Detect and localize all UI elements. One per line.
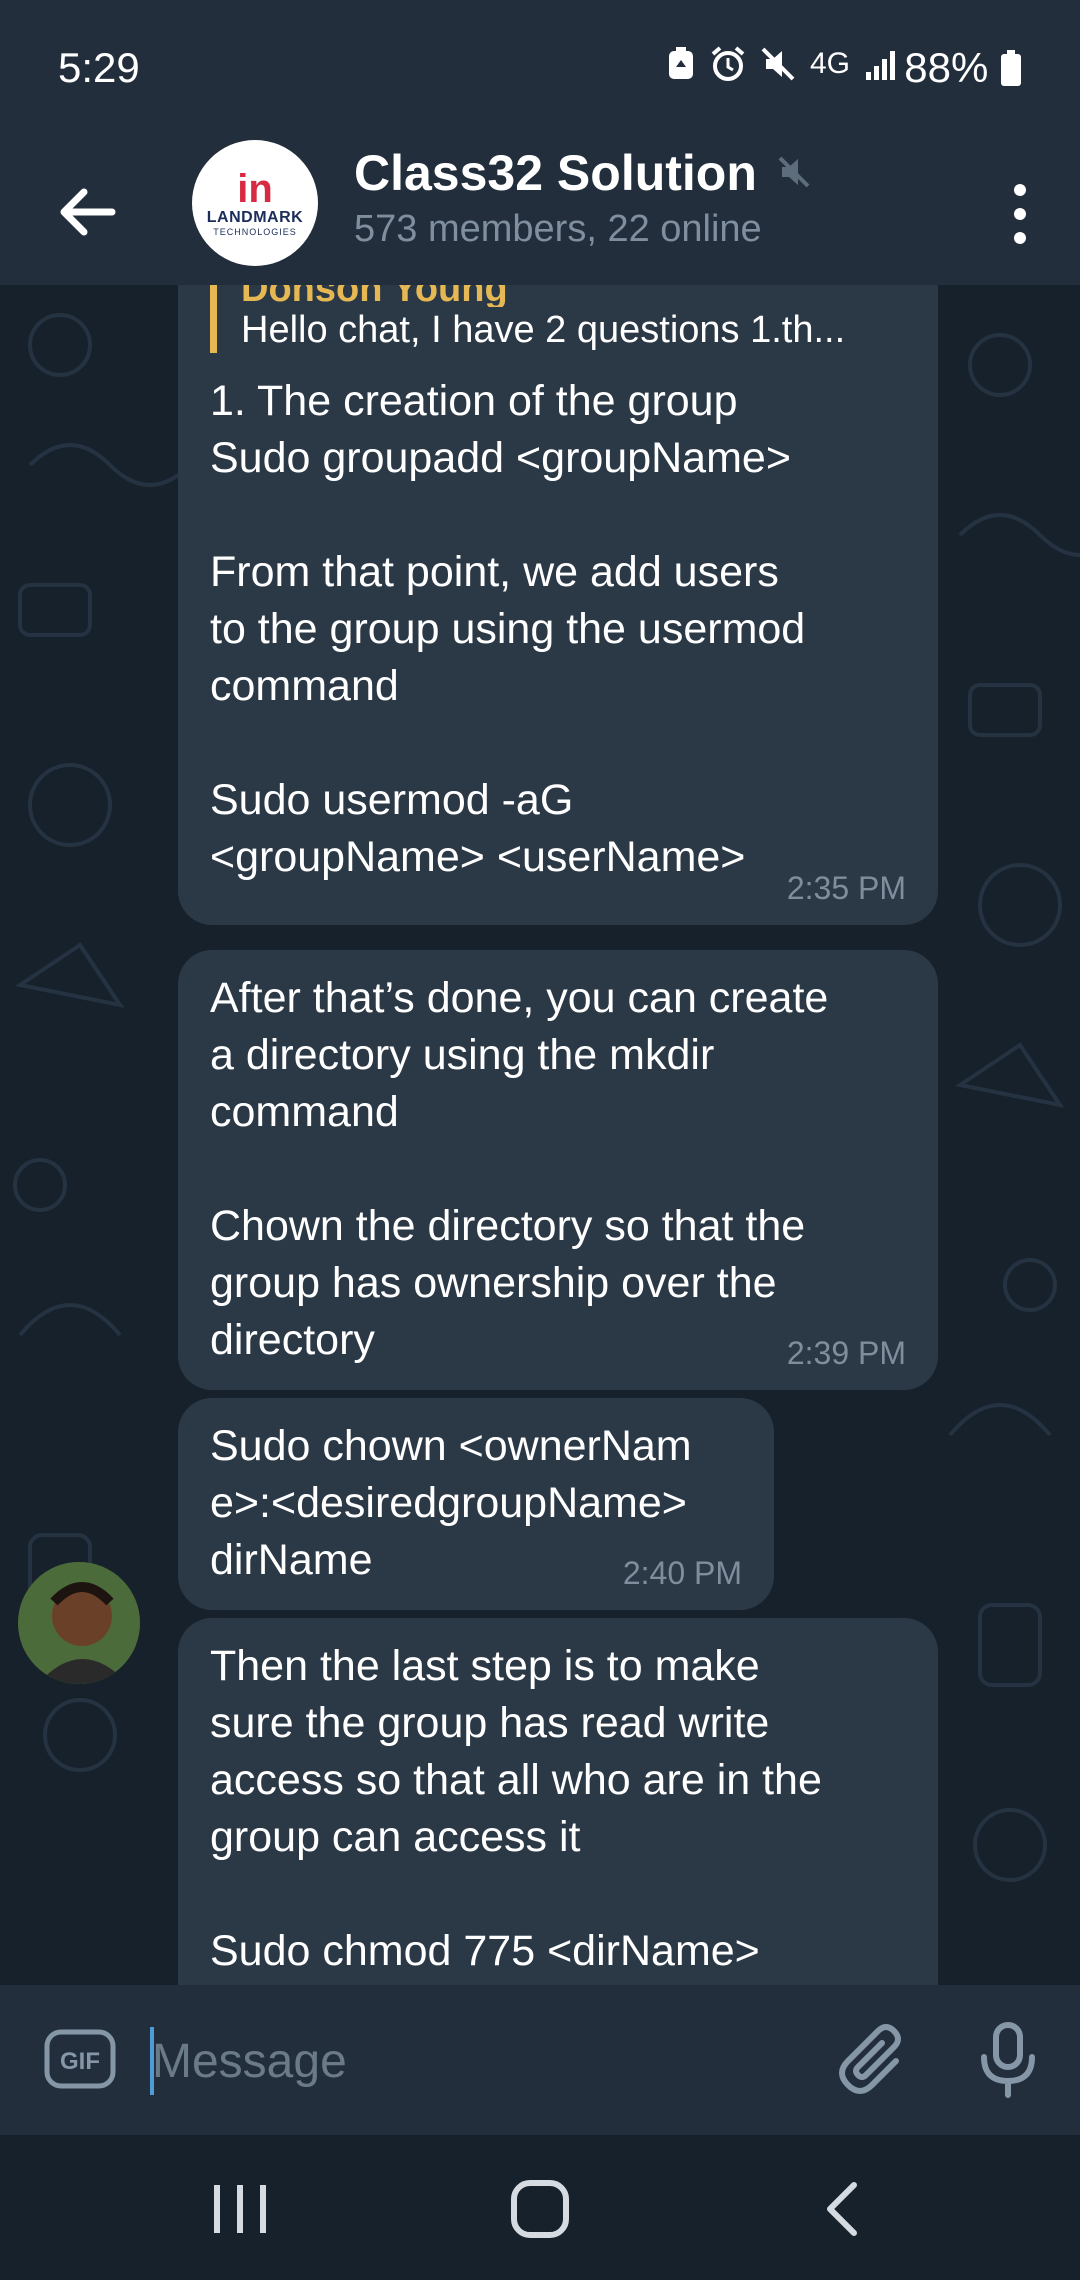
person-photo-icon [18,1562,140,1684]
message-time: 2:40 PM [622,1555,742,1591]
message-list[interactable]: Donson Young Hello chat, I have 2 questi… [0,285,1080,1985]
microphone-icon[interactable] [968,2019,1048,2099]
status-time: 5:29 [58,44,140,91]
chat-member-count: 573 members, 22 online [354,208,762,250]
nav-back-icon[interactable] [818,2179,868,2239]
logo-mark: in [237,167,273,211]
message-time: 2:39 PM [786,1335,906,1371]
message-input[interactable] [150,2015,794,2107]
message-composer: GIF [0,1985,1080,2135]
sender-avatar[interactable] [18,1562,140,1684]
alarm-icon [711,46,745,81]
message-text: After that’s done, you can create a dire… [210,974,829,1364]
battery-status: 88% [904,44,1022,92]
logo-name: LANDMARK [206,209,304,226]
message-bubble[interactable]: Sudo chown <ownerNam e>:<desiredgroupNam… [178,1398,774,1610]
recent-apps-icon[interactable] [210,2181,270,2237]
battery-percent: 88% [904,44,989,91]
recycle-icon [668,47,693,79]
chat-title[interactable]: Class32 Solution [354,144,757,202]
message-bubble[interactable]: After that’s done, you can create a dire… [178,950,938,1390]
message-time: 2:35 PM [786,870,906,906]
signal-icon [866,51,895,80]
battery-icon [1001,50,1021,86]
muted-speaker-icon [778,156,810,188]
message-bubble[interactable]: Donson Young Hello chat, I have 2 questi… [178,285,938,925]
reply-quote[interactable]: Donson Young Hello chat, I have 2 questi… [210,285,941,353]
gif-label: GIF [60,2048,100,2075]
attach-icon[interactable] [830,2019,910,2099]
system-navigation-bar [0,2135,1080,2280]
logo-sub: TECHNOLOGIES [213,227,297,237]
more-options-icon[interactable] [1000,174,1040,254]
network-type: 4G [809,47,850,80]
status-bar: 5:29 4G 88% [0,0,1080,140]
status-icons: 4G [666,46,900,82]
chat-header: in LANDMARK TECHNOLOGIES Class32 Solutio… [0,140,1080,285]
message-text: 1. The creation of the group Sudo groupa… [210,377,806,881]
message-bubble[interactable]: Then the last step is to make sure the g… [178,1618,938,1985]
group-avatar[interactable]: in LANDMARK TECHNOLOGIES [192,140,318,266]
reply-sender-name: Donson Young [241,285,508,307]
home-icon[interactable] [510,2179,570,2239]
message-text: Then the last step is to make sure the g… [210,1642,822,1975]
gif-icon[interactable]: GIF [44,2029,116,2089]
back-arrow-icon[interactable] [48,172,128,252]
message-text: Sudo chown <ownerNam e>:<desiredgroupNam… [210,1422,692,1584]
reply-preview-text: Hello chat, I have 2 questions 1.th... [241,309,846,351]
mute-sound-icon [761,47,795,81]
